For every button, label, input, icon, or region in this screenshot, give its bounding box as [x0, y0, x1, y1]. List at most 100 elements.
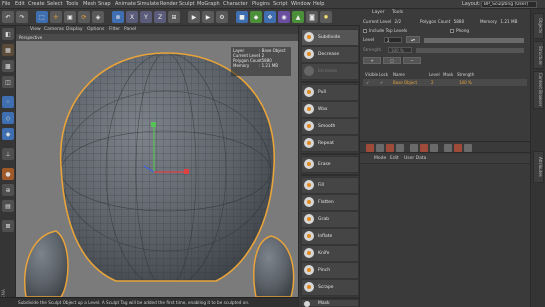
subdivision-icon[interactable]: ◆	[250, 11, 262, 23]
z-axis-icon[interactable]: Z	[154, 11, 166, 23]
menu-simulate[interactable]: Simulate	[137, 1, 159, 7]
scale-icon[interactable]: ▣	[64, 11, 76, 23]
edges-mode-icon[interactable]: ◇	[2, 112, 14, 124]
brush-scrape[interactable]: Scrape	[301, 279, 359, 296]
move-icon[interactable]: ✛	[50, 11, 62, 23]
layer-bake-icon[interactable]	[420, 144, 428, 152]
rotate-icon[interactable]: ⟳	[78, 11, 90, 23]
model-mode-icon[interactable]: ▦	[2, 44, 14, 56]
lower-menu-user-data[interactable]: User Data	[404, 156, 426, 161]
brush-wax[interactable]: Wax	[301, 101, 359, 118]
tab-attributes[interactable]: Attributes	[533, 151, 544, 183]
menu-animate[interactable]: Animate	[115, 1, 136, 7]
axis-mode-icon[interactable]: ⊥	[2, 148, 14, 160]
layer-row[interactable]: ✓ ✓ Base Object 2 100 %	[363, 79, 527, 86]
lock-check-icon[interactable]: ✓	[380, 80, 383, 85]
menu-tools[interactable]: Tools	[66, 1, 78, 7]
render-view-icon[interactable]: ▶	[188, 11, 200, 23]
brush-pinch[interactable]: Pinch	[301, 262, 359, 279]
layer-stamp-icon[interactable]	[430, 144, 438, 152]
strength-field[interactable]: 100 %	[388, 47, 412, 53]
brush-fill[interactable]: Fill	[301, 177, 359, 194]
viewport-menu-panel[interactable]: Panel	[124, 27, 136, 32]
menu-render[interactable]: Render	[160, 1, 178, 7]
tab-layer[interactable]: Layer	[372, 10, 385, 15]
lock-workplane-icon[interactable]: ▤	[2, 200, 14, 212]
tab-objects[interactable]: Objects	[533, 13, 544, 39]
brush-mask[interactable]: Mask	[301, 299, 359, 307]
viewport-menu-view[interactable]: View	[30, 27, 41, 32]
redo-icon[interactable]: ↷	[16, 11, 28, 23]
add-folder-button[interactable]: ▢	[383, 57, 401, 64]
phong-option[interactable]: Phong	[450, 28, 469, 33]
level-slider[interactable]	[424, 38, 524, 43]
environment-icon[interactable]: ▲	[292, 11, 304, 23]
live-selection-icon[interactable]: ⬚	[36, 11, 48, 23]
tab-content-browser[interactable]: Content Browser	[533, 71, 544, 109]
layer-options-icon[interactable]	[464, 144, 472, 152]
menu-snap[interactable]: Snap	[98, 1, 111, 7]
undo-icon[interactable]: ↶	[2, 11, 14, 23]
menu-character[interactable]: Character	[223, 1, 248, 7]
x-axis-icon[interactable]: X	[126, 11, 138, 23]
brush-flatten[interactable]: Flatten	[301, 194, 359, 211]
delete-layer-button[interactable]: −	[403, 57, 421, 64]
viewport-menu-filter[interactable]: Filter	[109, 27, 120, 32]
layer-grid-icon[interactable]	[376, 144, 384, 152]
brush-subdivide[interactable]: Subdivide	[301, 29, 359, 46]
cube-icon[interactable]: ■	[236, 11, 248, 23]
brush-decrease[interactable]: Decrease	[301, 46, 359, 63]
light-icon[interactable]: ✹	[320, 11, 332, 23]
add-layer-button[interactable]: +	[363, 57, 381, 64]
phong-checkbox[interactable]	[450, 29, 454, 33]
viewport-menu-display[interactable]: Display	[66, 27, 83, 32]
level-field[interactable]: 2	[384, 37, 402, 43]
strength-slider[interactable]	[416, 48, 524, 53]
brush-inflate[interactable]: Inflate	[301, 228, 359, 245]
quantize-icon[interactable]: ⊠	[2, 220, 14, 232]
y-axis-icon[interactable]: Y	[140, 11, 152, 23]
layer-mirror-icon[interactable]	[410, 144, 418, 152]
menu-file[interactable]: File	[2, 1, 10, 7]
make-editable-icon[interactable]: ◧	[2, 28, 14, 40]
render-picture-viewer-icon[interactable]: ▶	[202, 11, 214, 23]
viewport[interactable]: Layer: Base Object Current Level: 2 Poly…	[16, 41, 298, 297]
menu-plugins[interactable]: Plugins	[252, 1, 270, 7]
brush-repeat[interactable]: Repeat	[301, 135, 359, 152]
menu-create[interactable]: Create	[28, 1, 45, 7]
menu-window[interactable]: Window	[291, 1, 311, 7]
layer-paint-icon[interactable]	[386, 144, 394, 152]
menu-sculpt[interactable]: Sculpt	[179, 1, 195, 7]
layer-frame-icon[interactable]	[444, 144, 452, 152]
menu-help[interactable]: Help	[313, 1, 324, 7]
viewport-menu-cameras[interactable]: Cameras	[44, 27, 64, 32]
menu-script[interactable]: Script	[273, 1, 288, 7]
lower-menu-edit[interactable]: Edit	[390, 156, 399, 161]
workplane-icon[interactable]: ◫	[2, 76, 14, 88]
brush-erase[interactable]: Erase	[301, 156, 359, 173]
snapping-icon[interactable]: ⊕	[2, 184, 14, 196]
menu-mograph[interactable]: MoGraph	[197, 1, 220, 7]
object-axis-icon[interactable]: ◈	[92, 11, 104, 23]
menu-edit[interactable]: Edit	[15, 1, 25, 7]
layer-copy-icon[interactable]	[396, 144, 404, 152]
deformer-icon[interactable]: ◉	[278, 11, 290, 23]
coordinate-system-icon[interactable]: ⊞	[168, 11, 180, 23]
layer-reset-icon[interactable]	[454, 144, 462, 152]
brush-smooth[interactable]: Smooth	[301, 118, 359, 135]
sculpt-brush-icon[interactable]: ●	[2, 168, 14, 180]
menu-select[interactable]: Select	[47, 1, 62, 7]
points-mode-icon[interactable]: ⁘	[2, 96, 14, 108]
object-mode-icon[interactable]: ⊗	[112, 11, 124, 23]
layer-red-icon[interactable]	[366, 144, 374, 152]
level-up-button[interactable]: ▴▾	[406, 36, 420, 43]
lower-menu-mode[interactable]: Mode	[374, 156, 386, 161]
viewport-menu-options[interactable]: Options	[87, 27, 104, 32]
menu-mesh[interactable]: Mesh	[83, 1, 96, 7]
brush-knife[interactable]: Knife	[301, 245, 359, 262]
texture-mode-icon[interactable]: ▩	[2, 60, 14, 72]
include-top-levels-checkbox[interactable]	[363, 29, 367, 33]
tab-tools[interactable]: Tools	[392, 10, 403, 15]
tab-structure[interactable]: Structure	[533, 41, 544, 69]
camera-icon[interactable]: ◙	[306, 11, 318, 23]
